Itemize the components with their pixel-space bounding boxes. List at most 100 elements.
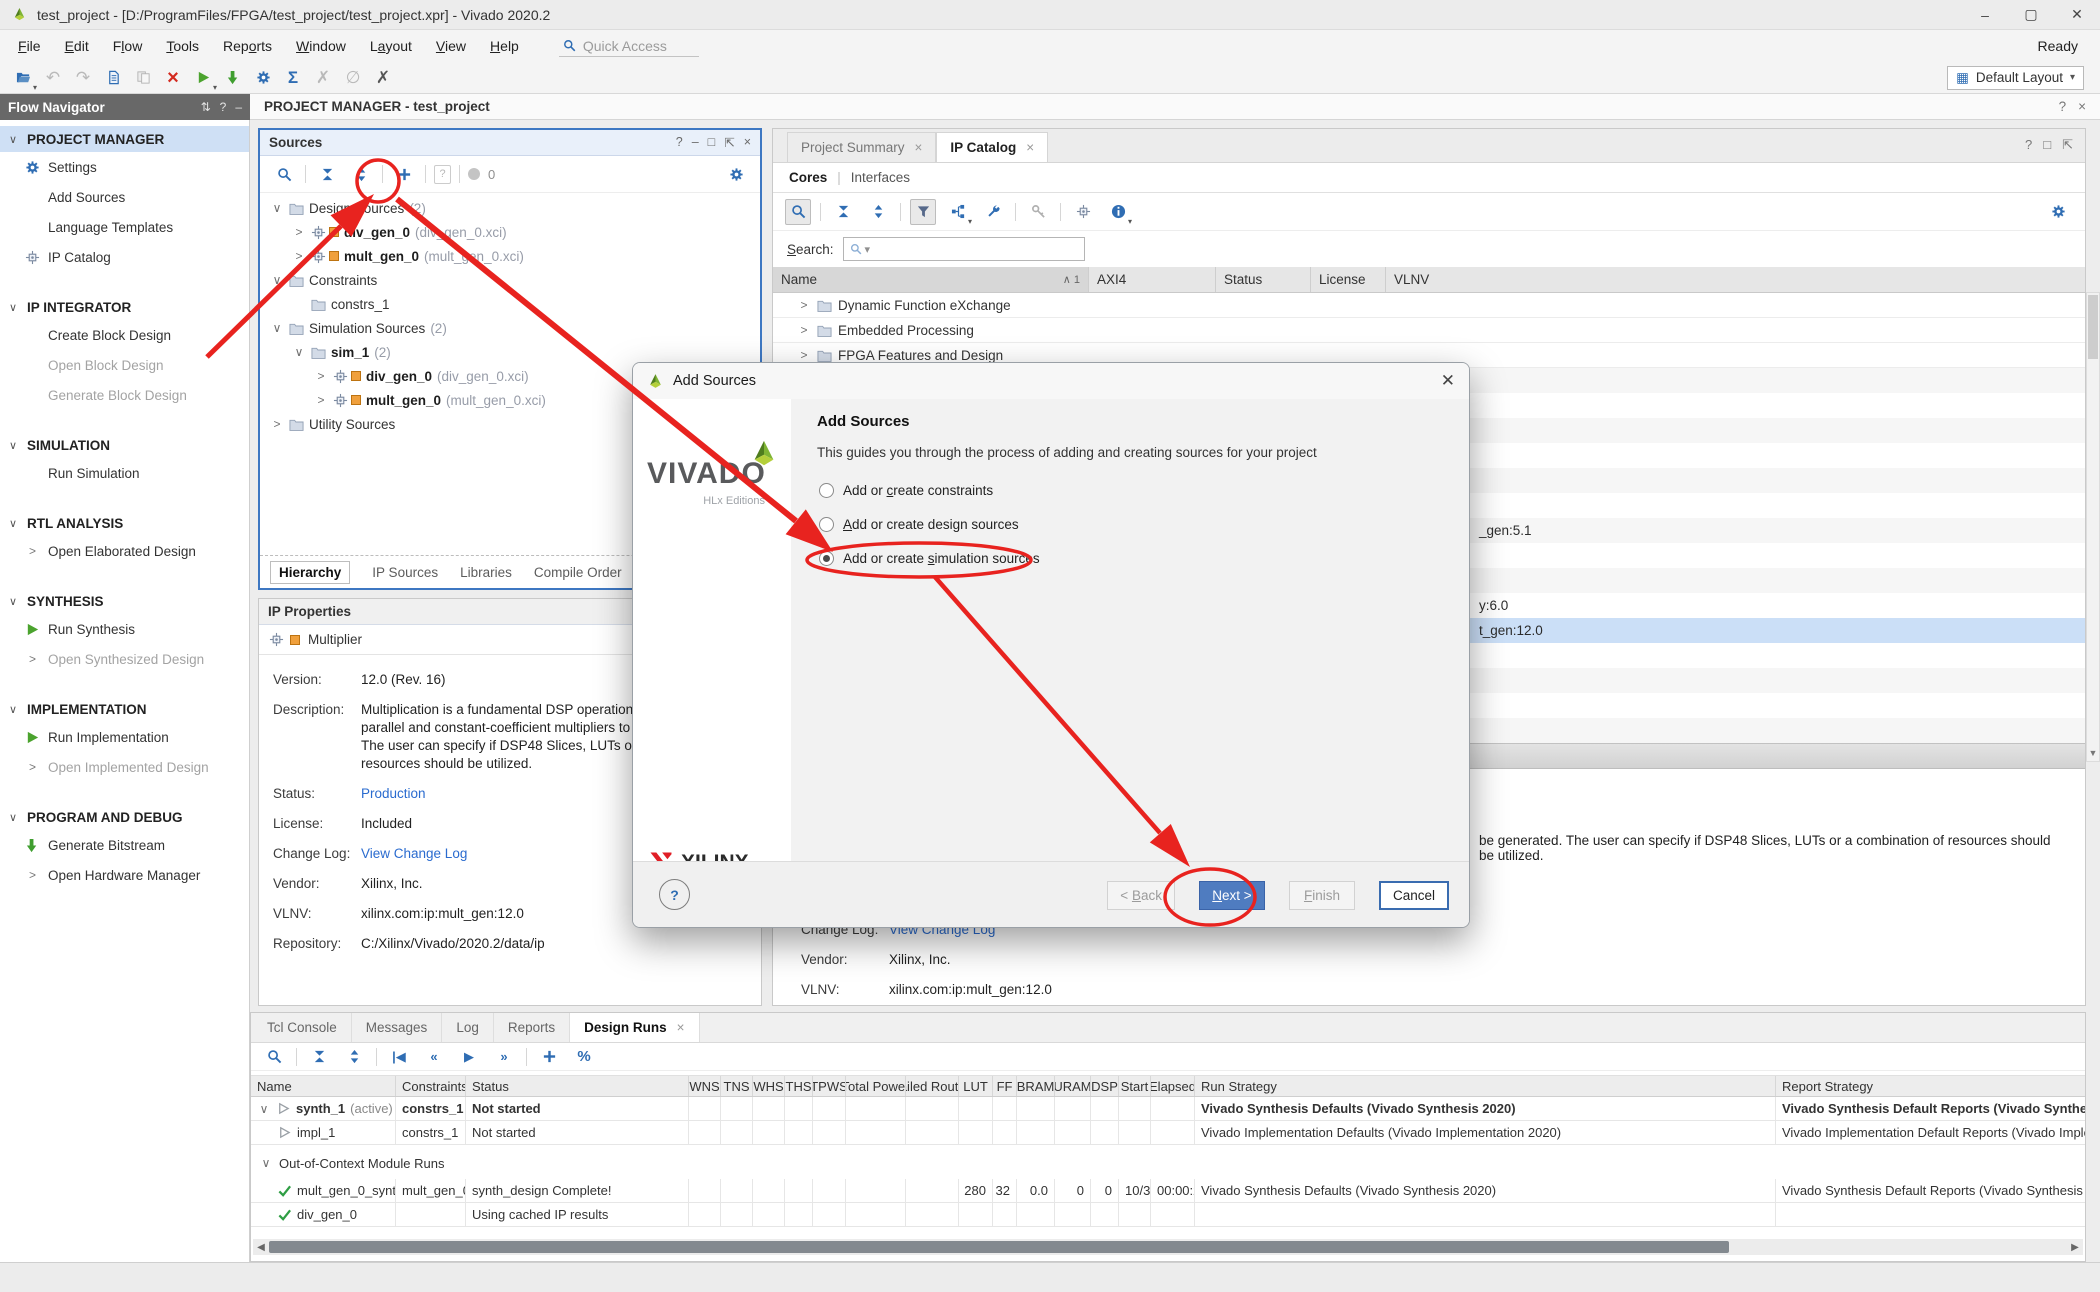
collapse-all-button[interactable] (314, 161, 340, 187)
minimize-panel-icon[interactable]: ‒ (692, 135, 699, 150)
group-by-button[interactable]: ▾ (945, 199, 971, 225)
scroll-right-icon[interactable]: ▶ (2067, 1239, 2083, 1255)
back-button[interactable]: < Back (1107, 881, 1175, 910)
menu-file[interactable]: File (6, 38, 53, 54)
expand-all-button[interactable] (341, 1044, 367, 1070)
close-button[interactable]: ✕ (2054, 0, 2100, 30)
help-button[interactable]: ? (659, 879, 690, 910)
open-project-button[interactable]: ▾ (10, 65, 36, 91)
run-step-button[interactable]: ▶ (456, 1044, 482, 1070)
column-uram[interactable]: URAM (1055, 1076, 1091, 1096)
chevron-down-icon[interactable]: ∨ (270, 321, 284, 335)
maximize-panel-icon[interactable]: □ (2043, 137, 2051, 153)
sum-button[interactable]: Σ (280, 65, 306, 91)
column-run-strategy[interactable]: Run Strategy (1195, 1076, 1776, 1096)
search-button[interactable] (271, 161, 297, 187)
run-row-synth-1[interactable]: ∨synth_1 (active)constrs_1Not startedViv… (251, 1097, 2085, 1121)
generate-bitstream-button[interactable] (220, 65, 246, 91)
column-status[interactable]: Status (1216, 267, 1311, 292)
column-ths[interactable]: THS (785, 1076, 813, 1096)
fn-item-add-sources[interactable]: Add Sources (0, 182, 249, 212)
column-report-strategy[interactable]: Report Strategy (1776, 1076, 2086, 1096)
license-button[interactable] (1025, 199, 1051, 225)
create-run-button[interactable] (536, 1044, 562, 1070)
tab-ip-catalog[interactable]: IP Catalog× (936, 132, 1048, 162)
add-repository-button[interactable] (1070, 199, 1096, 225)
details-button[interactable]: ▾ (1105, 199, 1131, 225)
step-forward-button[interactable]: » (491, 1044, 517, 1070)
menu-window[interactable]: Window (284, 38, 358, 54)
radio-add-or-create-design-sources[interactable]: Add or create design sources (819, 513, 1040, 535)
close-icon[interactable]: × (1026, 140, 1034, 155)
column-status[interactable]: Status (466, 1076, 689, 1096)
fn-item-open-block-design[interactable]: Open Block Design (0, 350, 249, 380)
fn-section-synthesis[interactable]: ∨SYNTHESIS (0, 588, 249, 614)
attach-button[interactable]: ∅ (340, 65, 366, 91)
run-row-div-gen-0[interactable]: div_gen_0Using cached IP results (251, 1203, 2085, 1227)
report-button[interactable] (100, 65, 126, 91)
column-lut[interactable]: LUT (959, 1076, 993, 1096)
fn-item-generate-block-design[interactable]: Generate Block Design (0, 380, 249, 410)
expand-all-button[interactable] (348, 161, 374, 187)
search-button[interactable] (785, 199, 811, 225)
help-icon[interactable]: ? (220, 100, 227, 114)
source-constrs-1[interactable]: constrs_1 (262, 292, 758, 316)
horizontal-scrollbar[interactable]: ◀ ▶ (253, 1239, 2083, 1255)
column-total-power[interactable]: Total Power (846, 1076, 906, 1096)
chevron-right-icon[interactable]: > (270, 417, 284, 431)
catalog-search-box[interactable]: ▾ (843, 237, 1085, 261)
close-icon[interactable]: × (744, 135, 751, 150)
menu-view[interactable]: View (424, 38, 478, 54)
catalog-search-input[interactable] (873, 242, 1077, 257)
scroll-left-icon[interactable]: ◀ (253, 1239, 269, 1255)
catalog-row-dynamic-function-exchange[interactable]: >Dynamic Function eXchange (773, 293, 2085, 318)
source-div-gen-0[interactable]: >div_gen_0 (div_gen_0.xci) (262, 220, 758, 244)
menu-layout[interactable]: Layout (358, 38, 424, 54)
chevron-right-icon[interactable]: > (314, 369, 328, 383)
radio-add-or-create-simulation-sources[interactable]: Add or create simulation sources (819, 547, 1040, 569)
panel-tab-log[interactable]: Log (442, 1013, 494, 1042)
filter-button[interactable] (910, 199, 936, 225)
column-tpws[interactable]: TPWS (813, 1076, 846, 1096)
minimize-panel-icon[interactable]: ‒ (235, 100, 242, 114)
run-row-impl-1[interactable]: impl_1constrs_1Not startedVivado Impleme… (251, 1121, 2085, 1145)
column-vlnv[interactable]: VLNV (1386, 267, 2086, 292)
chevron-right-icon[interactable]: > (797, 323, 811, 337)
close-icon[interactable]: × (677, 1020, 685, 1035)
abort-button[interactable]: ✗ (370, 65, 396, 91)
maximize-panel-icon[interactable]: □ (708, 135, 716, 150)
source-design-sources[interactable]: ∨Design Sources (2) (262, 196, 758, 220)
menu-tools[interactable]: Tools (154, 38, 211, 54)
chevron-down-icon[interactable]: ∨ (292, 345, 306, 359)
fn-item-run-synthesis[interactable]: Run Synthesis (0, 614, 249, 644)
settings-button[interactable] (250, 65, 276, 91)
step-back-button[interactable]: « (421, 1044, 447, 1070)
fn-item-run-simulation[interactable]: Run Simulation (0, 458, 249, 488)
catalog-row-embedded-processing[interactable]: >Embedded Processing (773, 318, 2085, 343)
chevron-right-icon[interactable]: > (797, 298, 811, 312)
chevron-right-icon[interactable]: > (314, 393, 328, 407)
minimize-button[interactable]: – (1962, 0, 2008, 30)
fn-section-project-manager[interactable]: ∨PROJECT MANAGER (0, 126, 249, 152)
sources-tab-libraries[interactable]: Libraries (460, 565, 512, 580)
close-icon[interactable]: × (915, 140, 923, 155)
missing-sources-button[interactable]: ? (434, 165, 451, 184)
fn-section-implementation[interactable]: ∨IMPLEMENTATION (0, 696, 249, 722)
source-mult-gen-0[interactable]: >mult_gen_0 (mult_gen_0.xci) (262, 244, 758, 268)
help-icon[interactable]: ? (676, 135, 683, 150)
source-constraints[interactable]: ∨Constraints (262, 268, 758, 292)
undo-button[interactable]: ↶ (40, 65, 66, 91)
column-bram[interactable]: BRAM (1017, 1076, 1055, 1096)
scroll-down-icon[interactable]: ▼ (2087, 745, 2099, 761)
run-button[interactable]: ▾ (190, 65, 216, 91)
column-constraints[interactable]: Constraints (396, 1076, 466, 1096)
fn-item-ip-catalog[interactable]: IP Catalog (0, 242, 249, 272)
close-icon[interactable]: ✕ (1441, 371, 1455, 391)
next-button[interactable]: Next > (1199, 881, 1265, 910)
chevron-down-icon[interactable]: ∨ (259, 1156, 273, 1170)
menu-flow[interactable]: Flow (101, 38, 155, 54)
chevron-right-icon[interactable]: > (797, 348, 811, 362)
subtab-cores[interactable]: Cores (789, 170, 827, 185)
tab-project-summary[interactable]: Project Summary× (787, 132, 936, 162)
column-tns[interactable]: TNS (721, 1076, 753, 1096)
